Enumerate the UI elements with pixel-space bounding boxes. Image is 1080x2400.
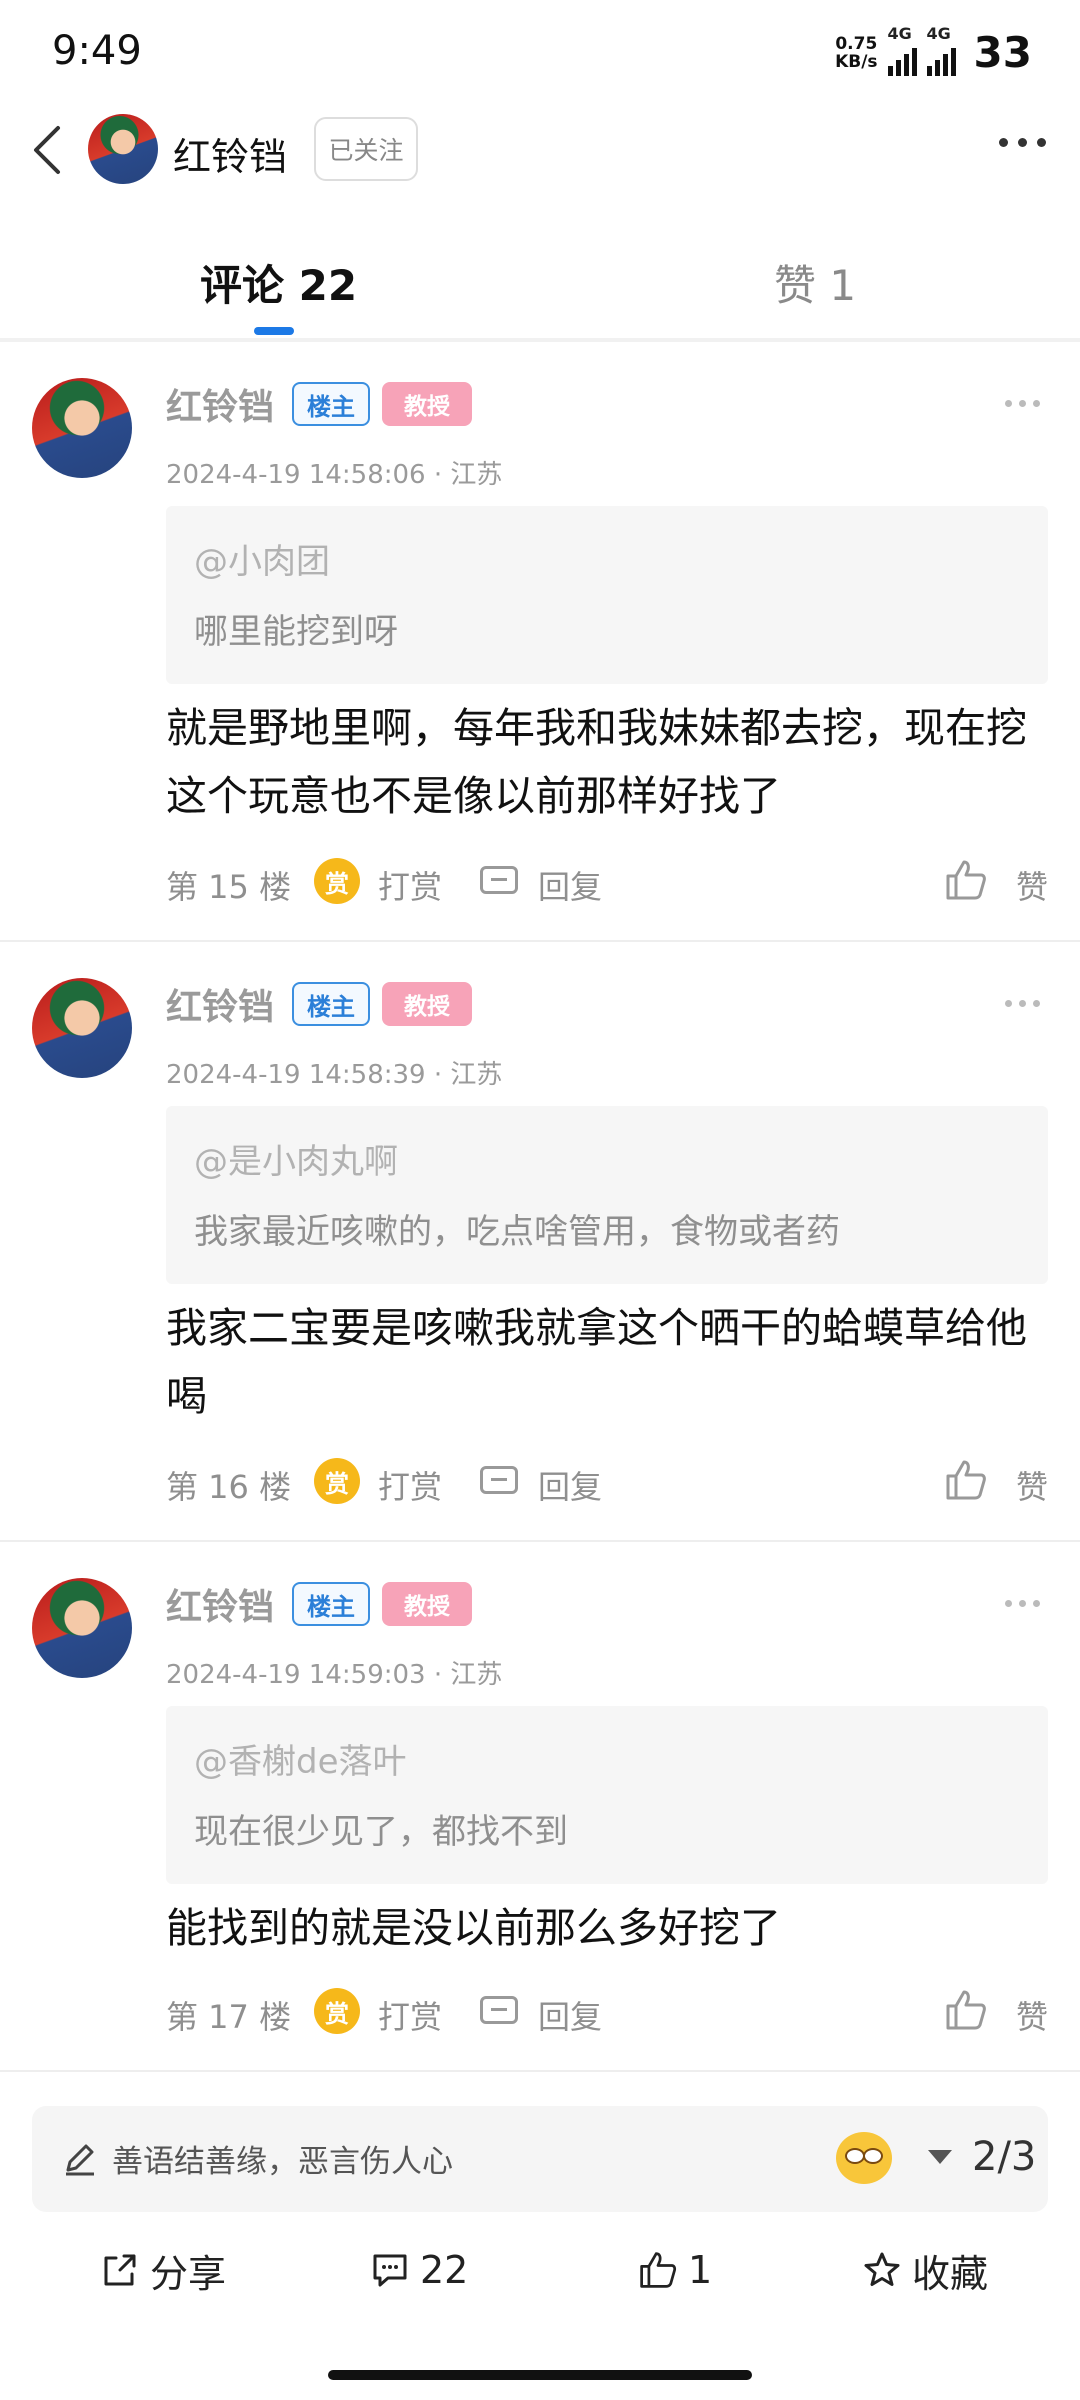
status-icons: 0.75 KB/s 4G 4G 33 [835,24,1032,78]
like-button[interactable]: 赞 [1016,1462,1048,1508]
comment-text: 我家二宝要是咳嗽我就拿这个晒干的蛤蟆草给他喝 [166,1304,1027,1420]
quoted-text: 我家最近咳嗽的，吃点啥管用，食物或者药 [194,1212,840,1252]
title-badge: 教授 [382,1582,472,1626]
reward-button[interactable]: 打赏 [378,1992,442,2038]
comment-meta: 2024-4-19 14:58:39 · 江苏 [166,1060,503,1090]
quoted-user: @是小肉丸啊 [194,1142,398,1182]
thumbs-up-icon[interactable] [944,1458,988,1502]
share-icon [104,2254,136,2286]
tab-comments[interactable]: 评论 22 [200,252,357,313]
page-indicator[interactable]: 2/3 [972,2134,1036,2180]
comment-more-icon[interactable] [1005,1000,1040,1007]
owner-badge: 楼主 [292,1582,370,1626]
thumbs-up-icon[interactable] [944,1988,988,2032]
pen-icon [66,2144,94,2176]
tabs: 评论 22 赞 1 [0,230,1080,342]
comment-actions: 第 15 楼 赏 打赏 回复 赞 [166,858,1048,908]
commenter-avatar[interactable] [32,378,132,478]
reward-icon[interactable]: 赏 [314,1988,360,2034]
like-count-button[interactable]: 1 [638,2240,712,2300]
comment-input[interactable]: 善语结善缘，恶言伤人心 2/3 [32,2106,1048,2212]
floor-number: 第 16 楼 [166,1468,292,1506]
title-badge: 教授 [382,982,472,1026]
tab-likes[interactable]: 赞 1 [774,252,856,313]
quoted-text: 哪里能挖到呀 [194,612,398,652]
commenter-avatar[interactable] [32,978,132,1078]
owner-badge: 楼主 [292,382,370,426]
status-time: 9:49 [52,28,142,74]
reply-button[interactable]: 回复 [538,862,602,908]
reply-icon[interactable] [480,1466,518,1494]
reply-button[interactable]: 回复 [538,1462,602,1508]
like-count: 1 [688,2248,713,2292]
quoted-comment[interactable]: @是小肉丸啊 我家最近咳嗽的，吃点啥管用，食物或者药 [166,1106,1048,1284]
share-button[interactable]: 分享 [100,2240,226,2300]
floor-number: 第 15 楼 [166,868,292,906]
share-label: 分享 [150,2251,227,2296]
signal-icon-sim1: 4G [887,24,917,76]
like-button[interactable]: 赞 [1016,1992,1048,2038]
reward-button[interactable]: 打赏 [378,862,442,908]
comment-item: 红铃铛 楼主 教授 2024-4-19 14:58:06 · 江苏 @小肉团 哪… [0,342,1080,942]
commenter-name[interactable]: 红铃铛 [166,1578,274,1630]
like-button[interactable]: 赞 [1016,862,1048,908]
quoted-comment[interactable]: @小肉团 哪里能挖到呀 [166,506,1048,684]
more-options-icon[interactable] [999,138,1046,147]
user-name[interactable]: 红铃铛 [173,126,287,181]
emoji-icon[interactable] [836,2132,892,2184]
comment-more-icon[interactable] [1005,1600,1040,1607]
reward-button[interactable]: 打赏 [378,1462,442,1508]
owner-badge: 楼主 [292,982,370,1026]
signal-icon-sim2: 4G [926,24,956,76]
quoted-user: @小肉团 [194,542,330,582]
back-arrow-icon[interactable] [24,122,74,178]
battery-level: 33 [973,28,1032,77]
commenter-name[interactable]: 红铃铛 [166,378,274,430]
comment-meta: 2024-4-19 14:59:03 · 江苏 [166,1660,503,1690]
quoted-text: 现在很少见了，都找不到 [194,1812,568,1852]
title-badge: 教授 [382,382,472,426]
comments-count: 22 [420,2248,469,2292]
comment-text: 就是野地里啊，每年我和我妹妹都去挖，现在挖这个玩意也不是像以前那样好找了 [166,704,1027,820]
input-placeholder: 善语结善缘，恶言伤人心 [112,2144,453,2180]
quoted-user: @香榭de落叶 [194,1742,407,1782]
comment-actions: 第 16 楼 赏 打赏 回复 赞 [166,1458,1048,1508]
reward-icon[interactable]: 赏 [314,858,360,904]
thumbs-up-icon [640,2252,677,2288]
page-dropdown-icon[interactable] [928,2150,952,2164]
floor-number: 第 17 楼 [166,1998,292,2036]
reply-button[interactable]: 回复 [538,1992,602,2038]
comment-actions: 第 17 楼 赏 打赏 回复 赞 [166,1988,1048,2038]
comment-item: 红铃铛 楼主 教授 2024-4-19 14:59:03 · 江苏 @香榭de落… [0,1542,1080,2072]
star-icon [864,2252,900,2286]
active-tab-indicator [254,327,294,335]
comment-text: 能找到的就是没以前那么多好挖了 [166,1904,781,1952]
reply-icon[interactable] [480,1996,518,2024]
comment-icon [373,2254,407,2287]
favorite-button[interactable]: 收藏 [862,2240,988,2300]
follow-button[interactable]: 已关注 [314,117,418,181]
bottom-bar: 分享 22 1 收藏 [0,2232,1080,2308]
header: 红铃铛 已关注 [0,100,1080,200]
comments-count-button[interactable]: 22 [370,2240,468,2300]
comment-more-icon[interactable] [1005,400,1040,407]
commenter-avatar[interactable] [32,1578,132,1678]
comment-meta: 2024-4-19 14:58:06 · 江苏 [166,460,503,490]
commenter-name[interactable]: 红铃铛 [166,978,274,1030]
quoted-comment[interactable]: @香榭de落叶 现在很少见了，都找不到 [166,1706,1048,1884]
thumbs-up-icon[interactable] [944,858,988,902]
favorite-label: 收藏 [912,2251,989,2296]
user-avatar[interactable] [88,114,158,184]
net-speed: 0.75 KB/s [835,33,878,72]
status-bar: 9:49 0.75 KB/s 4G 4G 33 [0,0,1080,100]
reward-icon[interactable]: 赏 [314,1458,360,1504]
comment-item: 红铃铛 楼主 教授 2024-4-19 14:58:39 · 江苏 @是小肉丸啊… [0,942,1080,1542]
reply-icon[interactable] [480,866,518,894]
home-indicator[interactable] [328,2370,752,2380]
